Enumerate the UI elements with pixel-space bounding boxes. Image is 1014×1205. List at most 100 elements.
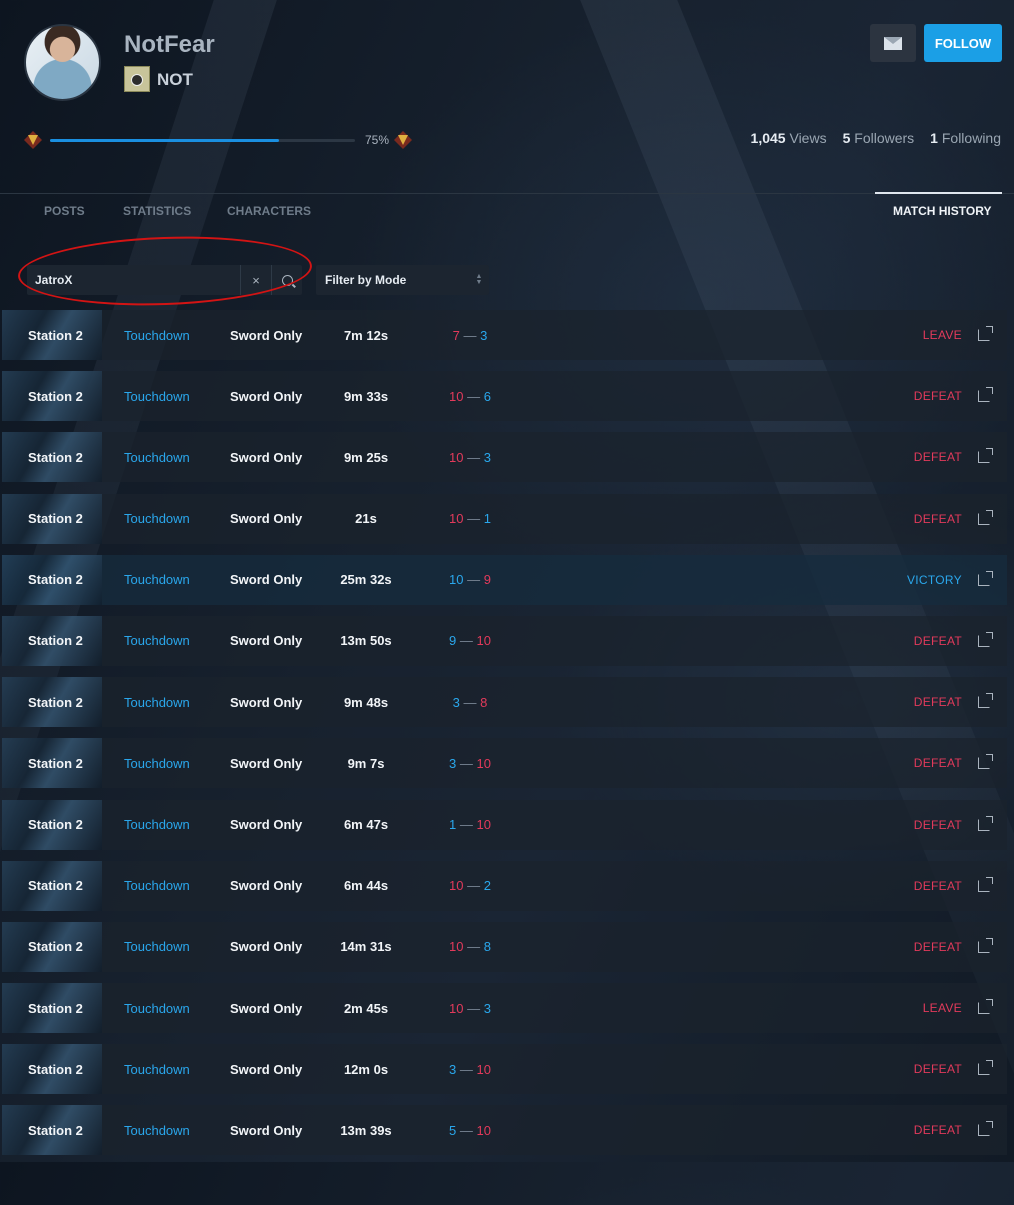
external-link-icon[interactable] xyxy=(978,937,993,953)
external-link-icon[interactable] xyxy=(978,570,993,586)
match-mode-link[interactable]: Touchdown xyxy=(124,878,190,893)
match-map: Station 2 xyxy=(28,939,83,955)
match-mode-link[interactable]: Touchdown xyxy=(124,511,190,526)
score-team-a: 10 xyxy=(449,572,464,588)
external-link-icon[interactable] xyxy=(978,1060,993,1076)
external-link-icon[interactable] xyxy=(978,448,993,464)
external-link-icon[interactable] xyxy=(978,1121,993,1137)
match-row[interactable]: Station 2 Touchdown Sword Only 9m 48s 3 — 8 D… xyxy=(2,677,1007,728)
match-duration: 12m 0s xyxy=(343,1061,389,1077)
match-duration: 13m 39s xyxy=(340,1122,392,1138)
match-duration: 2m 45s xyxy=(343,1000,389,1016)
match-type: Sword Only xyxy=(230,1000,303,1016)
match-mode-link[interactable]: Touchdown xyxy=(124,1062,190,1077)
match-score: 10 — 3 xyxy=(449,449,491,465)
avatar[interactable] xyxy=(24,24,101,101)
external-link-icon[interactable] xyxy=(978,815,993,831)
match-row[interactable]: Station 2 Touchdown Sword Only 21s 10 — 1 DEF… xyxy=(2,493,1007,544)
match-map: Station 2 xyxy=(28,817,83,832)
external-link-icon[interactable] xyxy=(978,754,993,770)
match-map: Station 2 xyxy=(28,572,83,588)
follow-button[interactable]: FOLLOW xyxy=(924,24,1002,62)
score-team-a: 10 xyxy=(449,449,464,465)
external-link-icon[interactable] xyxy=(978,326,993,341)
match-row[interactable]: Station 2 Touchdown Sword Only 25m 32s 10 — … xyxy=(2,554,1007,605)
match-score: 7 — 3 xyxy=(452,327,488,343)
match-mode-link[interactable]: Touchdown xyxy=(124,450,190,465)
match-score: 10 — 2 xyxy=(449,878,491,894)
match-row[interactable]: Station 2 Touchdown Sword Only 13m 50s 9 — 1… xyxy=(2,615,1007,666)
match-row[interactable]: Station 2 Touchdown Sword Only 6m 47s 1 — 10… xyxy=(2,799,1007,850)
score-team-a: 10 xyxy=(449,1000,464,1016)
match-map: Station 2 xyxy=(28,633,83,649)
external-link-icon[interactable] xyxy=(978,387,993,403)
match-mode-link[interactable]: Touchdown xyxy=(124,1123,190,1138)
match-score: 10 — 9 xyxy=(449,572,491,588)
match-map: Station 2 xyxy=(28,694,83,710)
score-team-b: 10 xyxy=(476,1122,491,1138)
match-result: DEFEAT xyxy=(913,1123,962,1138)
match-result: DEFEAT xyxy=(913,756,962,771)
active-tab-indicator xyxy=(875,192,1002,194)
match-mode-link[interactable]: Touchdown xyxy=(124,756,190,771)
match-score: 3 — 8 xyxy=(452,694,488,710)
match-row[interactable]: Station 2 Touchdown Sword Only 2m 45s 10 — 3… xyxy=(2,983,1007,1034)
external-link-icon[interactable] xyxy=(978,999,993,1015)
followers-stat[interactable]: 5 Followers xyxy=(843,130,915,146)
match-mode-link[interactable]: Touchdown xyxy=(124,572,190,587)
score-team-a: 10 xyxy=(449,511,464,527)
match-duration: 9m 7s xyxy=(347,755,385,771)
match-mode-link[interactable]: Touchdown xyxy=(124,328,190,343)
score-team-b: 9 xyxy=(483,572,491,588)
match-duration: 9m 25s xyxy=(343,449,389,465)
score-team-b: 10 xyxy=(476,817,491,832)
match-result: DEFEAT xyxy=(913,511,962,526)
match-mode-link[interactable]: Touchdown xyxy=(124,817,190,832)
match-type: Sword Only xyxy=(230,755,303,771)
match-row[interactable]: Station 2 Touchdown Sword Only 13m 39s 5 — 1… xyxy=(2,1105,1007,1156)
match-type: Sword Only xyxy=(230,694,303,710)
match-mode-link[interactable]: Touchdown xyxy=(124,633,190,648)
score-team-a: 10 xyxy=(449,939,464,955)
following-stat[interactable]: 1 Following xyxy=(930,130,1001,146)
tab-statistics[interactable]: STATISTICS xyxy=(123,204,191,218)
match-mode-link[interactable]: Touchdown xyxy=(124,389,190,404)
match-row[interactable]: Station 2 Touchdown Sword Only 14m 31s 10 — … xyxy=(2,921,1007,972)
match-mode-link[interactable]: Touchdown xyxy=(124,695,190,710)
match-type: Sword Only xyxy=(230,1122,303,1138)
match-type: Sword Only xyxy=(230,1061,303,1077)
tab-posts[interactable]: POSTS xyxy=(44,204,85,218)
match-map: Station 2 xyxy=(28,449,83,465)
external-link-icon[interactable] xyxy=(978,631,993,647)
match-score: 3 — 10 xyxy=(449,1061,491,1077)
match-duration: 14m 31s xyxy=(340,939,392,955)
match-result: DEFEAT xyxy=(913,939,962,954)
match-duration: 6m 47s xyxy=(343,817,389,832)
match-row[interactable]: Station 2 Touchdown Sword Only 9m 25s 10 — 3… xyxy=(2,432,1007,483)
match-score: 1 — 10 xyxy=(449,817,491,832)
external-link-icon[interactable] xyxy=(978,876,993,892)
tab-characters[interactable]: CHARACTERS xyxy=(227,204,311,218)
current-rank-icon xyxy=(24,131,42,149)
match-row[interactable]: Station 2 Touchdown Sword Only 7m 12s 7 — 3 L… xyxy=(2,310,1007,360)
match-map: Station 2 xyxy=(28,388,83,404)
match-result: DEFEAT xyxy=(913,389,962,404)
match-mode-link[interactable]: Touchdown xyxy=(124,939,190,954)
message-button[interactable] xyxy=(870,24,916,62)
mode-filter-select[interactable]: Filter by Mode ▲ ▼ xyxy=(316,265,489,295)
tab-match-history[interactable]: MATCH HISTORY xyxy=(893,204,991,218)
score-team-b: 10 xyxy=(476,633,491,649)
profile-stats: 1,045 Views 5 Followers 1 Following xyxy=(751,130,1001,146)
match-row[interactable]: Station 2 Touchdown Sword Only 9m 33s 10 — 6… xyxy=(2,371,1007,422)
match-row[interactable]: Station 2 Touchdown Sword Only 6m 44s 10 — 2… xyxy=(2,860,1007,911)
external-link-icon[interactable] xyxy=(978,509,993,525)
score-team-a: 3 xyxy=(452,694,460,710)
match-mode-link[interactable]: Touchdown xyxy=(124,1001,190,1016)
xp-percent: 75% xyxy=(365,133,390,147)
next-rank-icon xyxy=(394,131,412,149)
external-link-icon[interactable] xyxy=(978,693,993,709)
clan-emblem-icon xyxy=(124,66,150,92)
xp-progress-fill xyxy=(50,139,279,142)
match-row[interactable]: Station 2 Touchdown Sword Only 12m 0s 3 — 10… xyxy=(2,1044,1007,1095)
match-row[interactable]: Station 2 Touchdown Sword Only 9m 7s 3 — 10 D… xyxy=(2,738,1007,789)
